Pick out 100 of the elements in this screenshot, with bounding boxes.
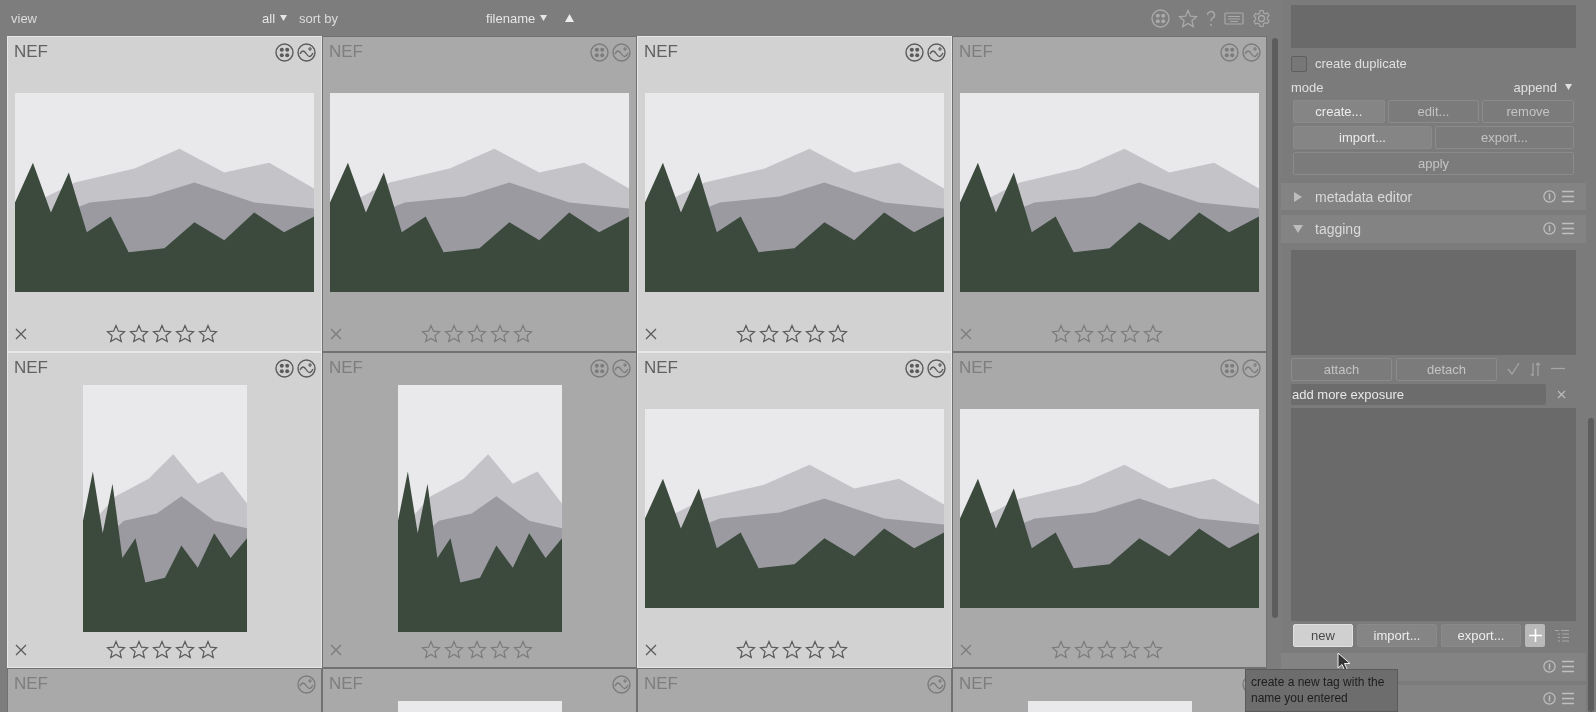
altered-icon[interactable] [927, 42, 946, 62]
clear-icon[interactable] [1557, 389, 1566, 399]
thumbnail-card[interactable]: NEF [637, 36, 952, 352]
star-icon[interactable] [759, 640, 779, 659]
file-format-label: NEF [14, 42, 48, 62]
check-icon[interactable] [1507, 362, 1520, 376]
star-icon[interactable] [198, 324, 218, 343]
tree-list-icon[interactable] [1555, 628, 1569, 643]
star-icon[interactable] [175, 640, 195, 659]
star-rating[interactable] [421, 324, 533, 343]
star-icon[interactable] [106, 324, 126, 343]
group-icon[interactable] [275, 42, 294, 62]
group-icon[interactable] [275, 358, 294, 378]
star-rating[interactable] [106, 324, 218, 343]
menu-icon[interactable] [1562, 660, 1574, 674]
star-icon[interactable] [152, 324, 172, 343]
star-rating[interactable] [1051, 640, 1163, 659]
star-icon[interactable] [782, 640, 802, 659]
panel-button[interactable]: export... [1441, 624, 1521, 648]
star-icon[interactable] [1178, 8, 1198, 28]
sort-ascending-icon[interactable] [565, 14, 575, 22]
info-icon[interactable] [1543, 190, 1556, 204]
info-icon[interactable] [1543, 691, 1556, 705]
star-icon[interactable] [513, 324, 533, 343]
star-icon[interactable] [1143, 324, 1163, 343]
panel-button[interactable]: new [1293, 624, 1353, 648]
panel-button[interactable]: import... [1293, 126, 1432, 150]
star-icon[interactable] [129, 324, 149, 343]
altered-icon[interactable] [297, 42, 316, 62]
thumbnail-card[interactable]: NEF [7, 36, 322, 352]
star-icon[interactable] [129, 640, 149, 659]
sort-icon[interactable] [1530, 362, 1541, 378]
star-icon[interactable] [106, 640, 126, 659]
star-icon[interactable] [152, 640, 172, 659]
star-icon[interactable] [1051, 324, 1071, 343]
panel-button[interactable]: import... [1357, 624, 1437, 648]
group-icon[interactable] [905, 42, 924, 62]
altered-icon[interactable] [927, 358, 946, 378]
star-icon[interactable] [444, 640, 464, 659]
star-icon[interactable] [1097, 324, 1117, 343]
plus-icon [1528, 629, 1542, 643]
star-icon[interactable] [1097, 640, 1117, 659]
star-icon[interactable] [444, 324, 464, 343]
star-icon[interactable] [490, 640, 510, 659]
star-icon[interactable] [1051, 640, 1071, 659]
star-icon[interactable] [736, 640, 756, 659]
star-icon[interactable] [421, 640, 441, 659]
expand-arrow-icon[interactable] [1293, 191, 1303, 202]
reject-icon[interactable] [15, 644, 27, 656]
star-rating[interactable] [736, 640, 848, 659]
star-icon[interactable] [467, 324, 487, 343]
star-rating[interactable] [736, 324, 848, 343]
star-rating[interactable] [421, 640, 533, 659]
menu-icon[interactable] [1562, 222, 1574, 236]
star-icon[interactable] [1074, 640, 1094, 659]
star-icon[interactable] [805, 324, 825, 343]
star-rating[interactable] [106, 640, 218, 659]
star-icon[interactable] [805, 640, 825, 659]
star-rating[interactable] [1051, 324, 1163, 343]
star-icon[interactable] [759, 324, 779, 343]
thumbnail-card[interactable]: NEF [7, 352, 322, 668]
star-icon[interactable] [782, 324, 802, 343]
star-icon[interactable] [1120, 640, 1140, 659]
star-icon[interactable] [736, 324, 756, 343]
star-icon[interactable] [513, 640, 533, 659]
altered-icon[interactable] [297, 358, 316, 378]
mode-dropdown[interactable]: append [1513, 79, 1572, 95]
checkbox[interactable] [1291, 55, 1307, 72]
star-icon[interactable] [1143, 640, 1163, 659]
add-button[interactable] [1525, 624, 1545, 648]
star-icon[interactable] [421, 324, 441, 343]
menu-icon[interactable] [1562, 691, 1574, 705]
star-icon[interactable] [828, 640, 848, 659]
star-icon[interactable] [490, 324, 510, 343]
help-icon[interactable] [1206, 9, 1216, 27]
section-header[interactable]: tagging [1281, 215, 1586, 243]
view-dropdown[interactable]: all [262, 10, 288, 26]
settings-icon[interactable] [1252, 8, 1271, 28]
info-icon[interactable] [1543, 660, 1556, 674]
thumbnail-card[interactable]: NEF [637, 352, 952, 668]
star-icon[interactable] [1074, 324, 1094, 343]
star-icon[interactable] [198, 640, 218, 659]
star-icon[interactable] [1120, 324, 1140, 343]
grouping-icon[interactable] [1151, 8, 1170, 28]
star-icon[interactable] [467, 640, 487, 659]
reject-icon[interactable] [645, 328, 657, 340]
section-header[interactable]: metadata editor [1281, 182, 1586, 211]
collapse-arrow-icon[interactable] [1293, 223, 1303, 234]
group-icon[interactable] [905, 358, 924, 378]
reject-icon[interactable] [15, 328, 27, 340]
sort-dropdown[interactable]: filename [486, 10, 548, 26]
panel-button[interactable]: create... [1293, 100, 1385, 124]
view-label: view [11, 10, 37, 26]
reject-icon[interactable] [645, 644, 657, 656]
keyboard-icon[interactable] [1224, 11, 1244, 25]
tag-input-field[interactable]: add more exposure [1291, 383, 1546, 405]
star-icon[interactable] [175, 324, 195, 343]
info-icon[interactable] [1543, 222, 1556, 236]
star-icon[interactable] [828, 324, 848, 343]
menu-icon[interactable] [1562, 190, 1574, 204]
